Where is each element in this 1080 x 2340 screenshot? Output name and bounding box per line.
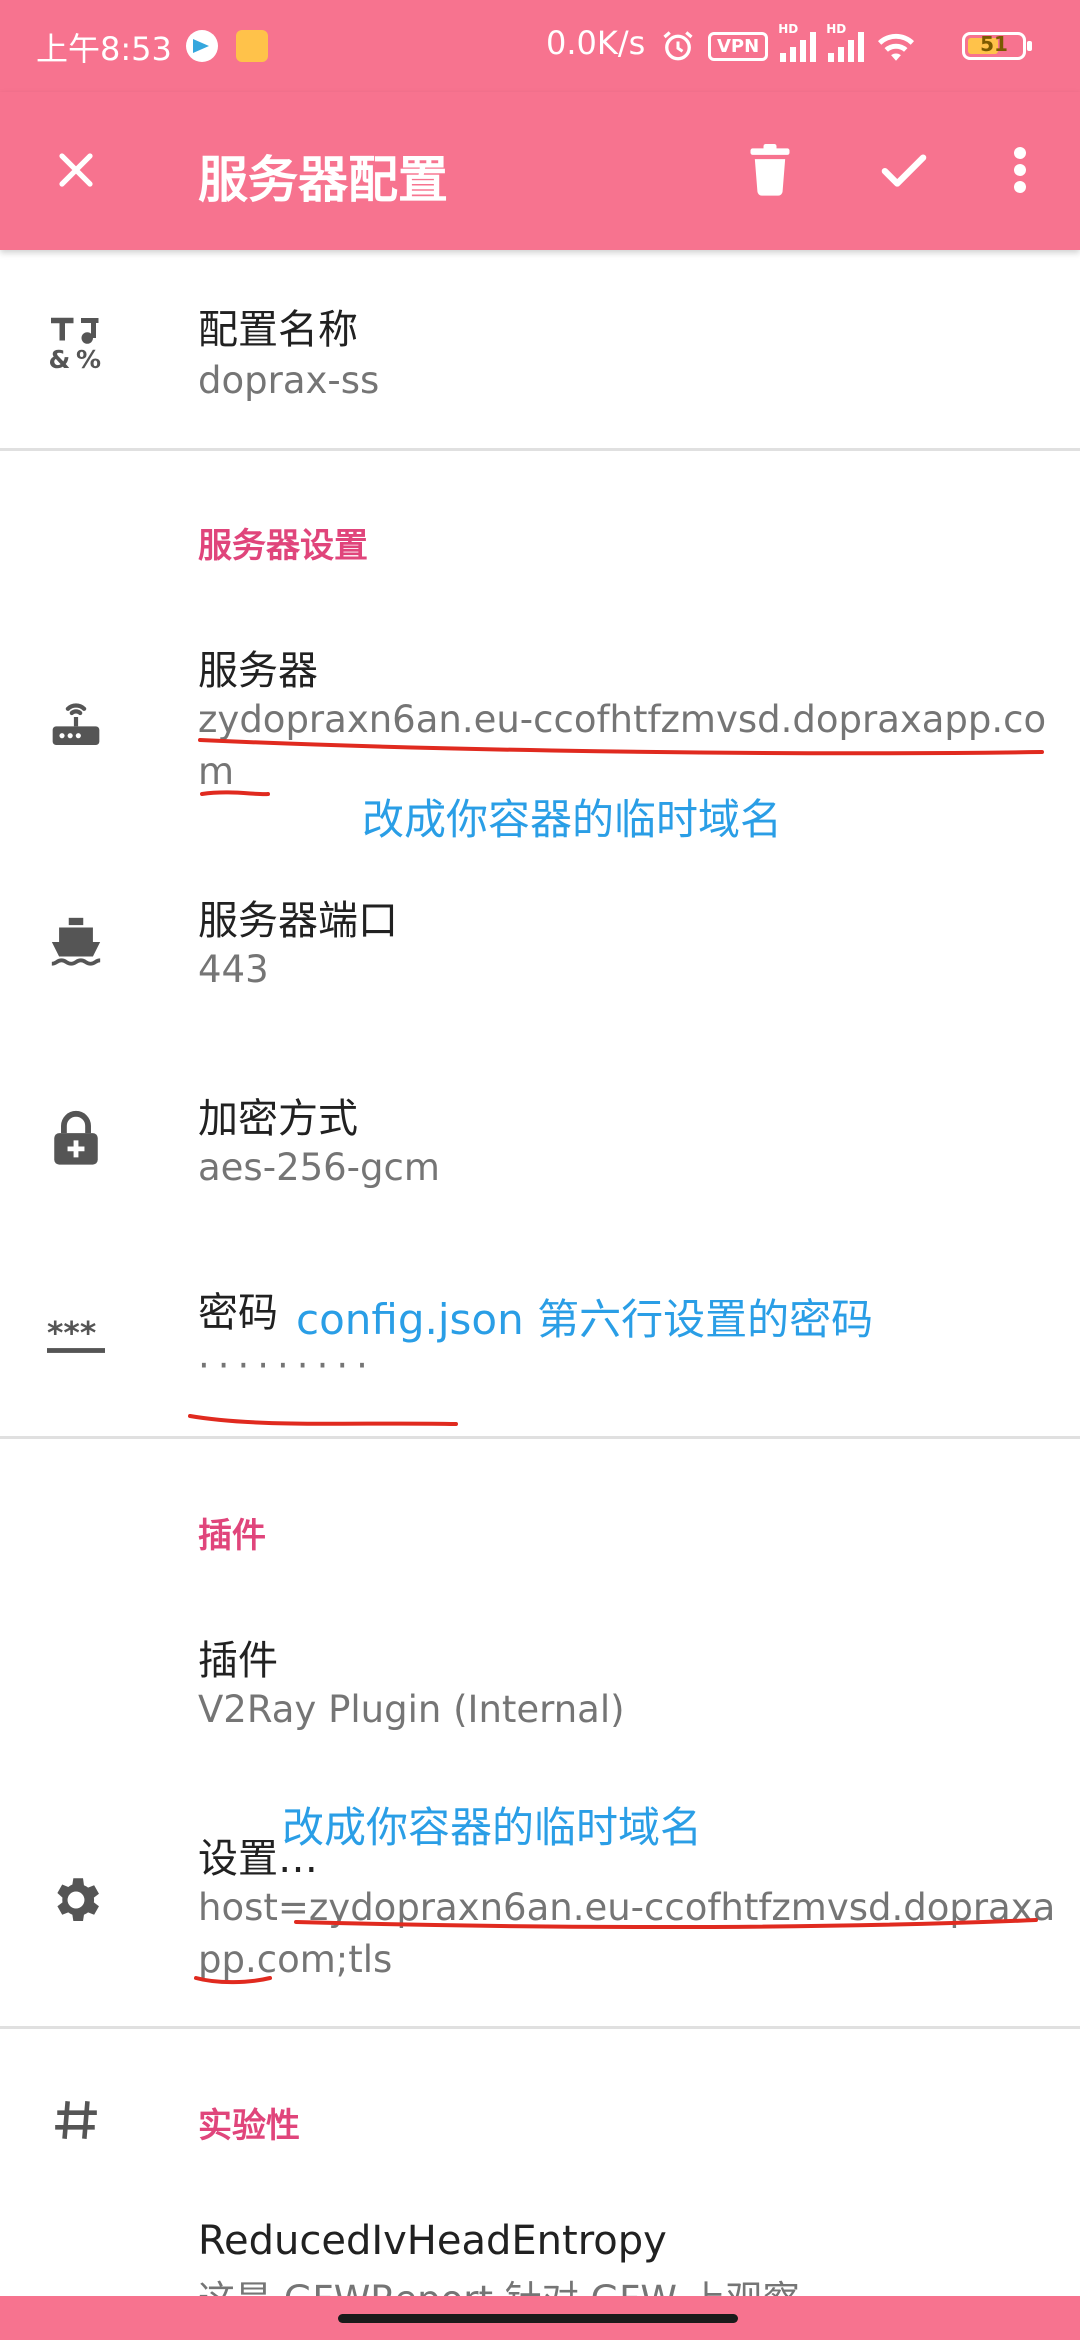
router-icon: [44, 692, 108, 756]
text-format-icon: &%: [44, 311, 108, 375]
divider: [0, 1436, 1080, 1439]
plugin-value: V2Ray Plugin (Internal): [198, 1688, 625, 1731]
plugin-config-value: host=zydopraxn6an.eu-ccofhtfzmvsd.doprax…: [198, 1886, 1056, 1981]
section-header-plugin: 插件: [198, 1516, 266, 1556]
divider: [0, 448, 1080, 451]
trash-icon: [750, 144, 790, 196]
status-bar: 上午8:53 0.0K/s VPN HD HD 51: [0, 0, 1080, 92]
lock-add-icon: [44, 1106, 108, 1170]
close-icon: [59, 153, 93, 187]
profile-name-value: doprax-ss: [198, 359, 380, 402]
telegram-icon: [186, 30, 218, 62]
encryption-method-row[interactable]: 加密方式 aes-256-gcm: [0, 1068, 1080, 1218]
ship-icon: [44, 910, 108, 974]
home-gesture-handle[interactable]: [338, 2314, 738, 2323]
status-icons: VPN HD HD: [660, 22, 916, 68]
server-port-row[interactable]: 服务器端口 443: [0, 870, 1080, 1020]
password-icon: ***: [44, 1304, 108, 1368]
server-port-title: 服务器端口: [198, 898, 398, 944]
plugin-row[interactable]: 插件 V2Ray Plugin (Internal): [0, 1610, 1080, 1760]
navigation-bar: [0, 2296, 1080, 2340]
svg-text:%: %: [76, 345, 101, 373]
hd-label: HD: [778, 22, 799, 36]
alarm-icon: [663, 31, 693, 61]
network-speed: 0.0K/s: [546, 24, 646, 62]
plugin-title: 插件: [198, 1638, 278, 1684]
delete-button[interactable]: [730, 130, 810, 210]
section-header-experimental: 实验性: [198, 2106, 300, 2146]
section-header-server: 服务器设置: [198, 526, 368, 566]
vpn-badge: VPN: [708, 31, 769, 61]
annotation-server-note: 改成你容器的临时域名: [362, 795, 783, 844]
hd-label-2: HD: [826, 22, 847, 36]
close-button[interactable]: [36, 130, 116, 210]
experimental-header-row: 实验性: [0, 2080, 1080, 2160]
reduced-iv-head-entropy-row[interactable]: ReducedIvHeadEntropy 这是 GFWReport 针对 GFW…: [0, 2210, 1080, 2296]
check-icon: [881, 154, 927, 187]
hash-icon: [44, 2088, 108, 2152]
save-button[interactable]: [864, 130, 944, 210]
svg-text:&: &: [49, 345, 71, 373]
encryption-method-title: 加密方式: [198, 1096, 358, 1142]
svg-text:***: ***: [47, 1316, 96, 1351]
profile-name-row[interactable]: &% 配置名称 doprax-ss: [0, 255, 1080, 445]
password-title: 密码: [198, 1290, 278, 1336]
app-bar: 服务器配置: [0, 92, 1080, 250]
more-options-button[interactable]: [980, 130, 1060, 210]
reduced-iv-head-entropy-title: ReducedIvHeadEntropy: [198, 2218, 667, 2264]
page-title: 服务器配置: [198, 151, 448, 209]
profile-name-title: 配置名称: [198, 307, 358, 353]
signal-icon-2: HD: [826, 22, 865, 62]
battery-icon: 51: [962, 32, 1032, 60]
server-title: 服务器: [198, 648, 318, 694]
status-time: 上午8:53: [36, 30, 172, 68]
gear-icon: [44, 1868, 108, 1932]
annotation-plugin-note: 改成你容器的临时域名: [282, 1803, 703, 1852]
server-port-value: 443: [198, 948, 269, 991]
notes-app-icon: [236, 30, 268, 62]
server-value: zydopraxn6an.eu-ccofhtfzmvsd.dopraxapp.c…: [198, 698, 1047, 793]
annotation-password-note: config.json 第六行设置的密码: [296, 1295, 874, 1344]
encryption-method-value: aes-256-gcm: [198, 1146, 440, 1189]
divider: [0, 2026, 1080, 2029]
wifi-icon: [878, 33, 915, 61]
battery-level: 51: [980, 32, 1008, 56]
reduced-iv-head-entropy-summary: 这是 GFWReport 针对 GFW 上观察: [198, 2274, 1058, 2296]
more-vert-icon: [1014, 147, 1026, 193]
signal-icon: HD: [778, 22, 817, 62]
password-value: ·········: [198, 1344, 376, 1387]
